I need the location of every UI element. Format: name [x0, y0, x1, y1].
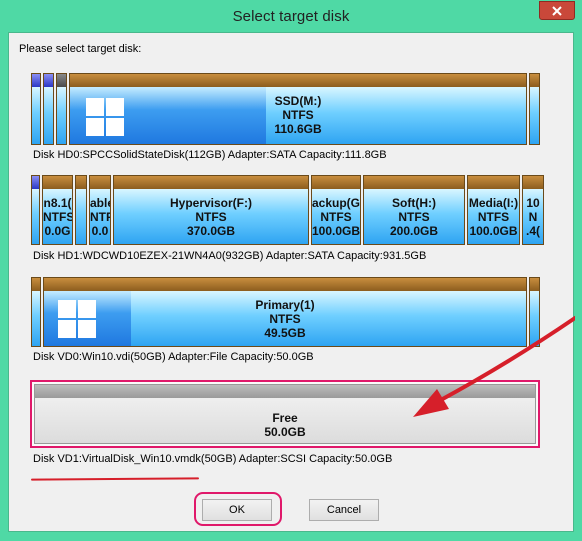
partition-hypervisor-f[interactable]: Hypervisor(F:) NTFS 370.0GB [113, 175, 309, 245]
disk-hd0-info: Disk HD0:SPCCSolidStateDisk(112GB) Adapt… [33, 149, 387, 161]
partition-small[interactable] [529, 277, 540, 347]
partition-table[interactable]: ableNTFS0.0 [89, 175, 111, 245]
title-bar[interactable]: Select target disk [0, 0, 582, 32]
partition-small[interactable] [56, 73, 67, 145]
partition-win81[interactable]: n8.1(NTFS 0.0G [42, 175, 73, 245]
partition-small[interactable] [529, 73, 540, 145]
partition-small[interactable] [31, 277, 41, 347]
disk-vd1-map[interactable]: Free 50.0GB [30, 380, 540, 448]
free-space-partition[interactable]: Free 50.0GB [34, 384, 536, 444]
partition-media-i[interactable]: Media(I:) NTFS 100.0GB [467, 175, 520, 245]
partition-small[interactable] [43, 73, 54, 145]
disk-vd1-name: Disk VD1:VirtualDisk_Win10.vmdk(50GB) [33, 453, 237, 465]
partition-label: n8.1(NTFS 0.0G [43, 196, 73, 238]
partition-small[interactable] [75, 175, 87, 245]
partition-small[interactable] [31, 73, 41, 145]
partition-ssd-m[interactable]: SSD(M:) NTFS 110.6GB [69, 73, 527, 145]
partition-label: ableNTFS0.0 [90, 196, 110, 238]
partition-small[interactable] [31, 175, 40, 245]
close-button[interactable] [539, 1, 575, 20]
dialog-window: Select target disk Please select target … [0, 0, 582, 541]
disk-vd1-details: Adapter:SCSI Capacity:50.0GB [236, 453, 393, 465]
partition-label: Free 50.0GB [264, 411, 306, 439]
partition-label: Primary(1) NTFS 49.5GB [255, 298, 315, 340]
disk-vd1-info: Disk VD1:VirtualDisk_Win10.vmdk(50GB) Ad… [33, 453, 392, 465]
partition-label: 10 N .4( [525, 196, 540, 238]
partition-label: SSD(M:) NTFS 110.6GB [274, 94, 322, 136]
partition-soft-h[interactable]: Soft(H:) NTFS 200.0GB [363, 175, 465, 245]
partition-primary-1[interactable]: Primary(1) NTFS 49.5GB [43, 277, 527, 347]
disk-vd0-info: Disk VD0:Win10.vdi(50GB) Adapter:File Ca… [33, 351, 314, 363]
partition-label: Media(I:) NTFS 100.0GB [468, 196, 519, 238]
prompt-label: Please select target disk: [19, 43, 142, 55]
cancel-button[interactable]: Cancel [309, 499, 379, 521]
partition-backup-g[interactable]: ackup(G NTFS 100.0GB [311, 175, 361, 245]
annotation-underline [30, 477, 200, 481]
partition-last[interactable]: 10 N .4( [522, 175, 544, 245]
window-title: Select target disk [232, 8, 350, 25]
partition-label: Hypervisor(F:) NTFS 370.0GB [169, 196, 252, 238]
partition-label: Soft(H:) NTFS 200.0GB [389, 196, 439, 238]
disk-hd1-info: Disk HD1:WDCWD10EZEX-21WN4A0(932GB) Adap… [33, 250, 427, 262]
partition-label: ackup(G NTFS 100.0GB [312, 196, 361, 238]
dialog-client: Please select target disk: SSD(M:) NTFS … [8, 32, 575, 532]
ok-button[interactable]: OK [202, 499, 272, 521]
close-icon [552, 5, 562, 16]
